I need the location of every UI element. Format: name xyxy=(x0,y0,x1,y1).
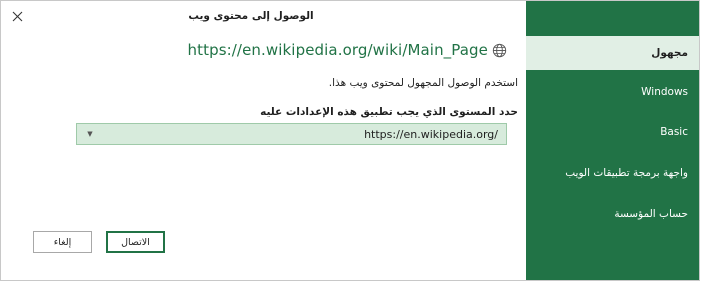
connect-button[interactable]: الاتصال xyxy=(106,231,165,253)
nav-item-organizational-account[interactable]: حساب المؤسسة xyxy=(526,197,699,231)
close-icon xyxy=(12,11,22,21)
auth-type-nav: مجهول Windows Basic واجهة برمجة تطبيقات … xyxy=(526,1,699,280)
close-button[interactable] xyxy=(7,6,27,26)
cancel-button[interactable]: إلغاء xyxy=(33,231,92,253)
level-select-label: حدد المستوى الذي يجب تطبيق هذه الإعدادات… xyxy=(260,106,518,118)
nav-item-windows[interactable]: Windows xyxy=(526,75,699,109)
dialog-title: الوصول إلى محتوى ويب xyxy=(188,10,314,22)
chevron-down-icon: ▼ xyxy=(87,130,93,138)
web-content-access-dialog: الوصول إلى محتوى ويب https://en.wikipedi… xyxy=(0,0,700,281)
globe-icon xyxy=(492,43,507,57)
url-text: https://en.wikipedia.org/wiki/Main_Page xyxy=(187,41,488,59)
level-select-value: https://en.wikipedia.org/ xyxy=(364,127,498,141)
nav-item-basic[interactable]: Basic xyxy=(526,115,699,149)
nav-item-web-api[interactable]: واجهة برمجة تطبيقات الويب xyxy=(526,156,699,190)
nav-item-anonymous[interactable]: مجهول xyxy=(526,36,699,70)
url-row: https://en.wikipedia.org/wiki/Main_Page xyxy=(141,41,507,59)
anonymous-access-description: استخدم الوصول المجهول لمحتوى ويب هذا. xyxy=(328,77,518,89)
level-select-dropdown[interactable]: ▼ https://en.wikipedia.org/ xyxy=(76,123,507,145)
